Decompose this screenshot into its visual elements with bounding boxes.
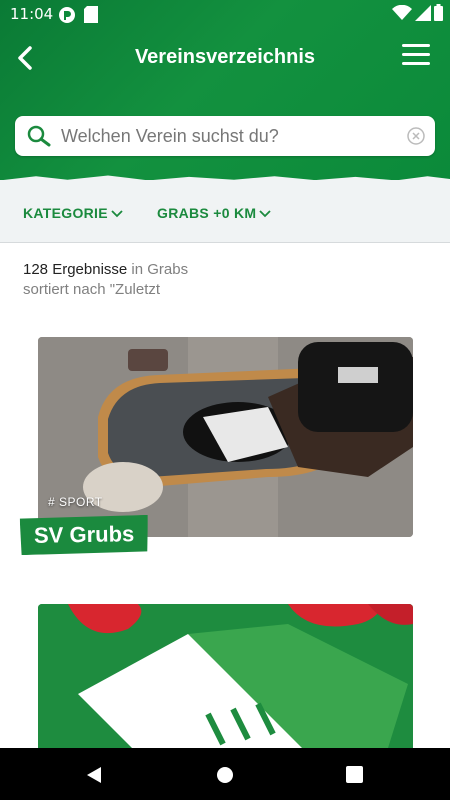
results-count: 128 Ergebnisse	[23, 261, 128, 278]
club-image	[38, 604, 413, 764]
location-filter-label: GRABS +0 KM	[157, 205, 257, 221]
home-circle-icon[interactable]	[216, 766, 234, 789]
chevron-down-icon	[111, 210, 123, 218]
location-filter-dropdown[interactable]: GRABS +0 KM	[157, 205, 272, 221]
results-location: in Grabs	[127, 261, 189, 278]
search-input[interactable]	[59, 122, 403, 150]
top-app-bar: Vereinsverzeichnis	[0, 28, 450, 88]
search-bar[interactable]	[15, 116, 435, 156]
notification-icon	[58, 6, 76, 28]
results-sort: sortiert nach "Zuletzt	[23, 281, 161, 298]
filter-bar: KATEGORIE GRABS +0 KM	[0, 180, 450, 243]
system-navigation-bar	[0, 748, 450, 800]
club-name[interactable]: SV Grubs	[20, 515, 149, 555]
battery-icon	[434, 4, 443, 25]
app-header: 11:04 Vereinsverzeichnis	[0, 0, 450, 180]
clear-search-icon[interactable]	[407, 127, 425, 150]
category-filter-dropdown[interactable]: KATEGORIE	[23, 205, 123, 221]
sd-card-icon	[84, 6, 98, 27]
back-triangle-icon[interactable]	[85, 766, 103, 789]
hamburger-menu-icon[interactable]	[402, 44, 430, 68]
club-card[interactable]: # SPORT	[38, 337, 413, 537]
recents-square-icon[interactable]	[346, 766, 363, 788]
signal-icon	[415, 5, 431, 25]
wifi-icon	[392, 4, 412, 25]
search-icon	[27, 125, 51, 152]
category-filter-label: KATEGORIE	[23, 205, 108, 221]
chevron-down-icon	[259, 210, 272, 218]
club-card[interactable]	[38, 604, 413, 764]
results-summary: 128 Ergebnisse in Grabs sortiert nach "Z…	[23, 260, 188, 300]
status-bar: 11:04	[0, 0, 450, 28]
status-time: 11:04	[10, 5, 54, 23]
club-category-tag: # SPORT	[48, 495, 103, 509]
page-title: Vereinsverzeichnis	[134, 46, 316, 68]
